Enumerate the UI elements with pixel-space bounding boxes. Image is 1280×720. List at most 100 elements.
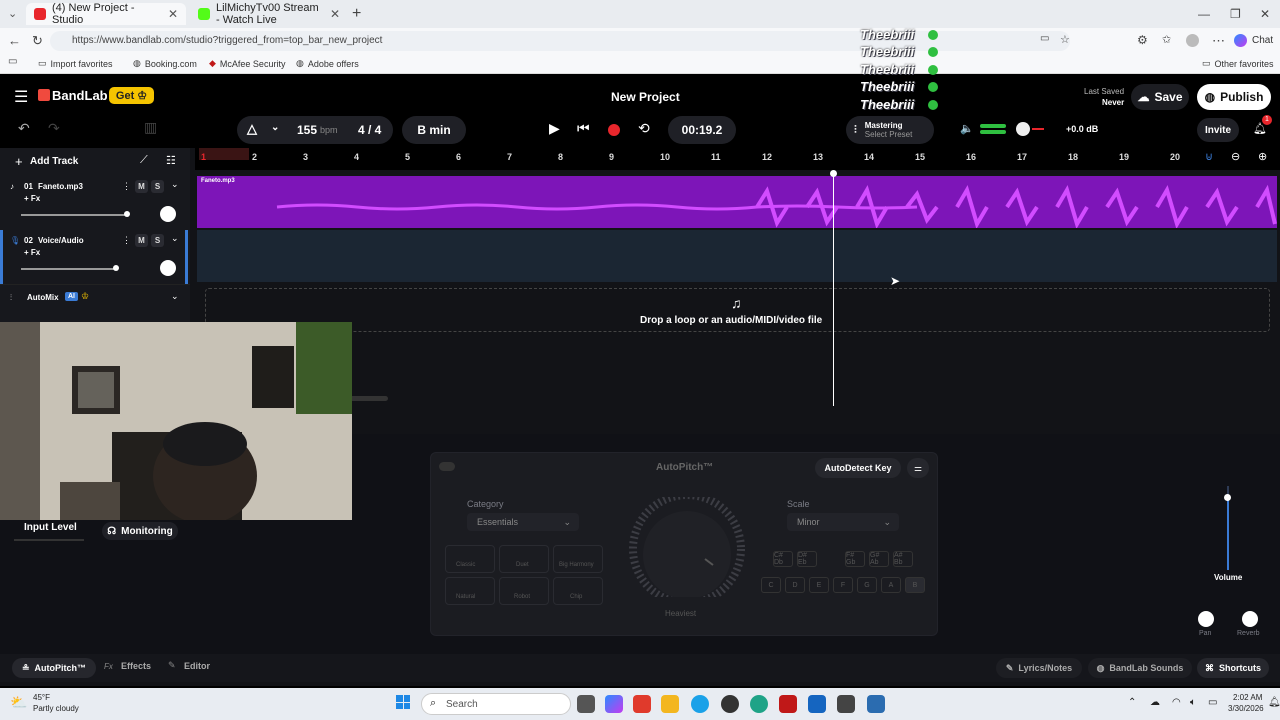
volume-slider-thumb[interactable] [113,265,119,271]
volume-slider-thumb[interactable] [124,211,130,217]
tab-list-icon[interactable]: ⌄ [8,7,17,20]
category-dropdown[interactable]: Essentials ⌄ [467,513,579,531]
tab-bandlab-studio[interactable]: (4) New Project - Studio ✕ [26,2,186,26]
mode-robot[interactable]: Robot [499,577,549,605]
track-header-1[interactable]: ♪ 01 Faneto.mp3 ⋮ M S ⌄ + Fx [0,176,190,230]
app-icon-blue[interactable] [691,695,709,713]
key-d-sharp[interactable]: D# Eb [797,551,817,567]
key-g[interactable]: G [857,577,877,593]
tab-editor[interactable]: Editor [184,661,210,671]
drop-zone[interactable]: ♫ Drop a loop or an audio/MIDI/video fil… [205,288,1270,332]
master-volume-slider[interactable] [1016,122,1030,136]
mail-icon[interactable] [808,695,826,713]
chevron-down-icon[interactable]: ⌄ [171,233,179,244]
track-name[interactable]: Faneto.mp3 [38,182,83,191]
speaker-mute-icon[interactable]: 🔈 [960,122,974,135]
tab-lyrics-notes[interactable]: ✎ Lyrics/Notes [996,658,1082,678]
add-track-button[interactable]: Add Track [30,156,78,167]
minimize-icon[interactable]: — [1198,7,1210,21]
tab-effects[interactable]: Effects [121,661,151,671]
favorite-booking[interactable]: ◍ Booking.com [133,58,197,69]
settings-sliders-icon[interactable]: ⚌ [907,458,929,478]
key-e[interactable]: E [809,577,829,593]
play-icon[interactable]: ▶ [549,120,560,137]
pan-knob[interactable] [1198,611,1214,627]
key-a[interactable]: A [881,577,901,593]
scale-dropdown[interactable]: Minor ⌄ [787,513,899,531]
autodetect-key-button[interactable]: AutoDetect Key [815,458,901,478]
chat-label[interactable]: Chat [1252,35,1273,46]
monitoring-button[interactable]: ☊ Monitoring [102,522,178,540]
other-favorites[interactable]: ▭ Other favorites [1202,58,1274,69]
mode-duet[interactable]: Duet [499,545,549,573]
loop-region-marker[interactable] [199,148,249,160]
favorite-adobe[interactable]: ◍ Adobe offers [296,58,359,69]
weather-temp[interactable]: 45°F [33,693,50,702]
app-icon-dark[interactable] [721,695,739,713]
bandlab-brand[interactable]: BandLab [52,88,108,103]
url-field[interactable]: https://www.bandlab.com/studio?triggered… [50,31,1070,51]
zoom-out-icon[interactable]: ⊖ [1231,150,1240,163]
publish-button[interactable]: ◍ Publish [1197,84,1271,110]
taskbar-search[interactable]: ⌕ Search [421,693,571,715]
notifications-bell-icon[interactable]: 🔔︎ [1268,697,1280,708]
bpm-value[interactable]: 155 [297,123,317,137]
favorite-star-icon[interactable]: ☆ [1060,33,1070,46]
track-volume-slider[interactable] [21,268,117,270]
clock-time[interactable]: 2:02 AM [1233,693,1262,702]
record-icon[interactable] [608,124,620,136]
chevron-down-icon[interactable]: ⌄ [271,122,279,133]
extensions-icon[interactable]: ⚙ [1137,33,1148,47]
track-menu-icon[interactable]: ⋮ [122,235,131,246]
maximize-icon[interactable]: ❐ [1230,7,1241,21]
key-b[interactable]: B [905,577,925,593]
shortcuts-button[interactable]: ⌘ Shortcuts [1197,658,1269,678]
pan-knob[interactable] [160,206,176,222]
key-selector[interactable]: B min [402,116,466,144]
audio-region-faneto[interactable]: Faneto.mp3 [197,176,1277,228]
copilot-app-icon[interactable] [605,695,623,713]
key-d[interactable]: D [785,577,805,593]
weather-icon[interactable]: ⛅ [10,694,27,711]
profile-avatar[interactable] [1186,34,1199,47]
automix-row[interactable]: ⫶ AutoMix AI ♔ ⌄ [0,284,190,310]
favorite-mcafee[interactable]: ◆ McAfee Security [209,58,285,69]
mode-chip[interactable]: Chip [553,577,603,605]
windows-start-icon[interactable] [396,695,410,709]
clock-date[interactable]: 3/30/2026 [1228,704,1264,713]
more-menu-icon[interactable]: ⋯ [1212,33,1225,49]
get-membership-button[interactable]: Get ♔ [109,87,154,104]
solo-button[interactable]: S [151,180,164,193]
close-tab-icon[interactable]: ✕ [168,7,178,21]
weather-condition[interactable]: Partly cloudy [33,704,79,713]
volume-icon[interactable]: 🔈︎ [1190,697,1196,708]
mode-big-harmony[interactable]: Big Harmony [553,545,603,573]
rewind-to-start-icon[interactable]: ⏮ [577,120,590,137]
store-icon[interactable] [837,695,855,713]
track-settings-icon[interactable]: ☷ [166,154,176,167]
close-tab-icon[interactable]: ✕ [330,7,340,21]
key-f-sharp[interactable]: F# Gb [845,551,865,567]
loop-icon[interactable]: ⟲ [638,120,650,137]
chevron-down-icon[interactable]: ⌄ [171,179,179,190]
mcafee-app-icon[interactable] [779,695,797,713]
key-g-sharp[interactable]: G# Ab [869,551,889,567]
close-window-icon[interactable]: ✕ [1260,7,1270,21]
back-icon[interactable]: ← [8,33,21,48]
horizontal-scrollbar[interactable] [350,396,388,401]
mastering-button[interactable]: ⫶ Mastering Select Preset [846,116,934,144]
pan-knob[interactable] [160,260,176,276]
favorite-import[interactable]: ▭ Import favorites [38,58,113,69]
key-a-sharp[interactable]: A# Bb [893,551,913,567]
cloud-icon[interactable]: ☁ [1150,697,1160,708]
autopitch-toggle[interactable] [439,462,455,471]
copilot-icon[interactable] [1234,34,1247,47]
mode-classic[interactable]: Classic [445,545,495,573]
intensity-knob[interactable] [627,497,747,597]
undo-icon[interactable]: ↶ [18,120,30,137]
track-menu-icon[interactable]: ⋮ [122,181,131,192]
file-explorer-icon[interactable] [661,695,679,713]
track-volume-slider[interactable] [21,214,127,216]
reverb-knob[interactable] [1242,611,1258,627]
track-header-2[interactable]: 🎙︎ 02 Voice/Audio ⋮ M S ⌄ + Fx [0,230,190,284]
